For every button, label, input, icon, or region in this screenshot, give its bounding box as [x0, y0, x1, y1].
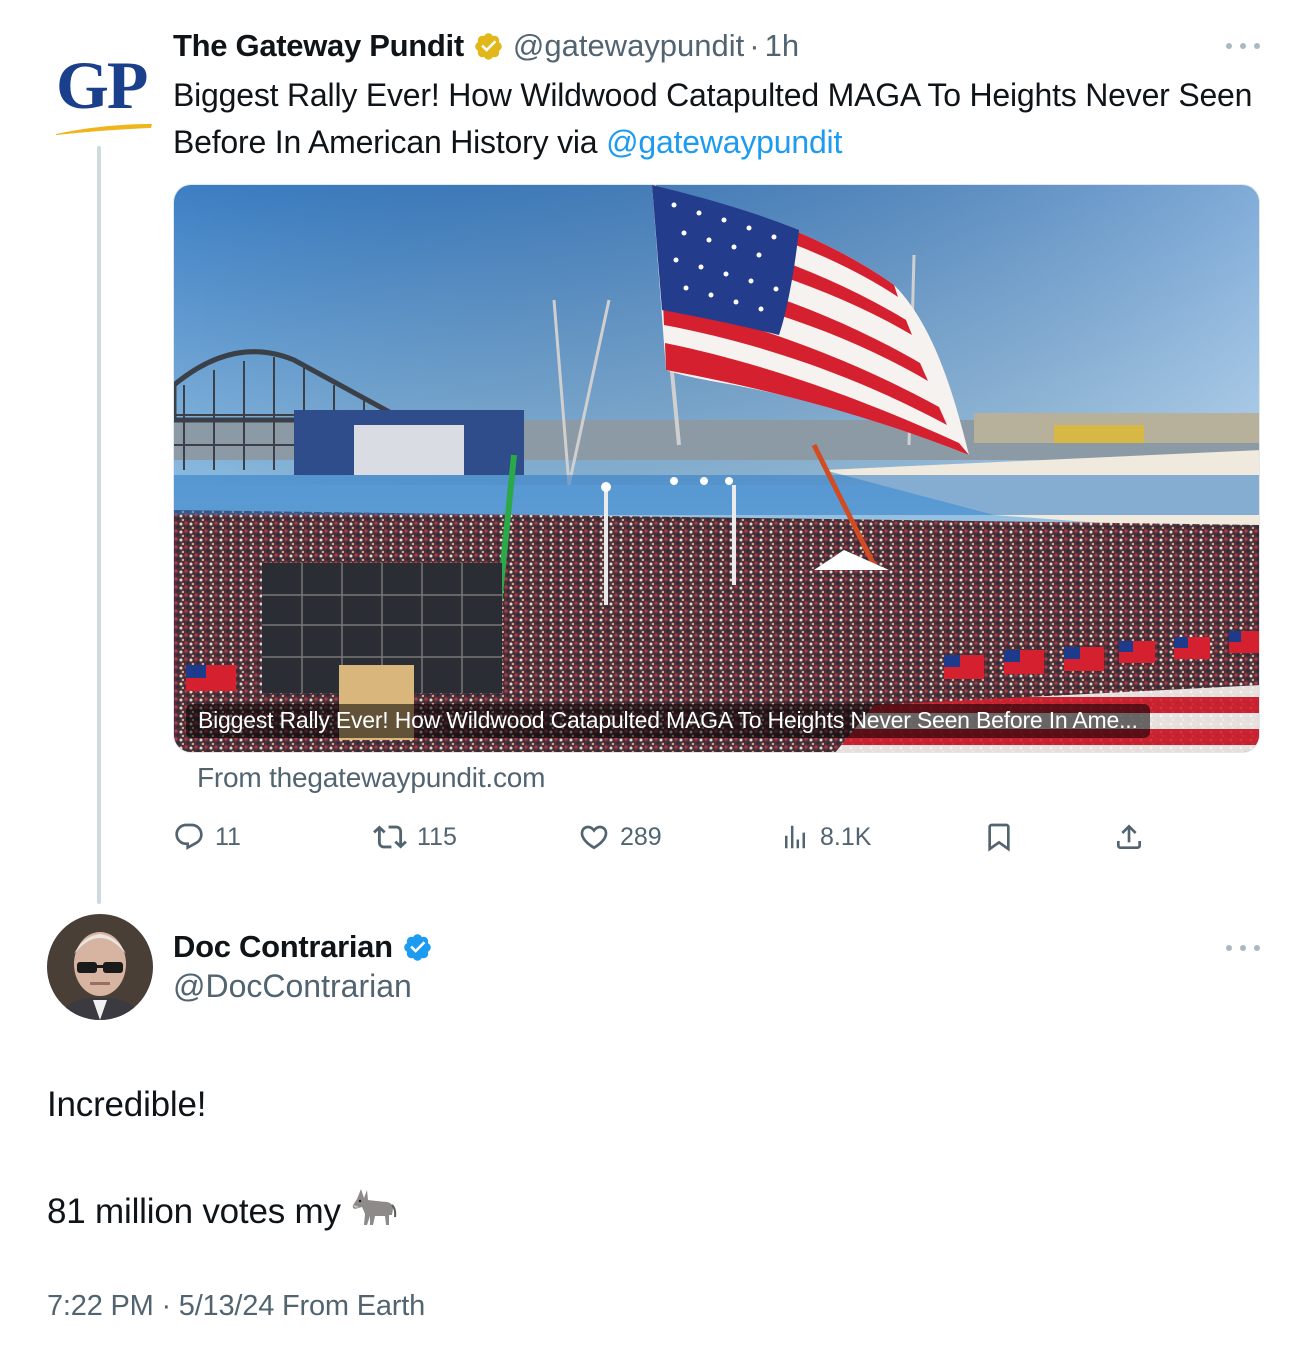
views-button[interactable]: 8.1K: [780, 814, 871, 860]
gold-verified-icon[interactable]: [473, 31, 504, 62]
gateway-pundit-avatar[interactable]: GP: [48, 36, 154, 142]
mention-link[interactable]: @gatewaypundit: [606, 124, 842, 160]
quoted-author-name[interactable]: The Gateway Pundit: [173, 28, 464, 64]
link-card-image[interactable]: Biggest Rally Ever! How Wildwood Catapul…: [173, 184, 1260, 753]
tweet-text-words: 81 million votes my: [47, 1191, 341, 1231]
more-options-icon[interactable]: [1226, 40, 1260, 52]
bookmark-icon: [988, 823, 1010, 852]
quoted-author-handle[interactable]: @gatewaypundit: [513, 28, 744, 64]
blue-verified-icon[interactable]: [402, 932, 433, 963]
tweet-author-row: Doc Contrarian: [173, 925, 433, 969]
quoted-timestamp[interactable]: 1h: [765, 28, 799, 64]
card-caption: Biggest Rally Ever! How Wildwood Catapul…: [186, 704, 1150, 738]
tweet-text-line: 81 million votes my: [47, 1187, 397, 1236]
like-button[interactable]: 289: [578, 814, 662, 860]
heart-icon: [580, 825, 608, 850]
tweet-text-line: Incredible!: [47, 1085, 207, 1124]
reply-button[interactable]: 11: [173, 814, 241, 860]
tweet-actions-bar: 11 115 289 8.1K: [173, 814, 1153, 860]
views-count: 8.1K: [820, 822, 872, 851]
repost-button[interactable]: 115: [373, 814, 457, 860]
quoted-tweet-text: Biggest Rally Ever! How Wildwood Catapul…: [173, 72, 1263, 166]
quoted-tweet-header: The Gateway Pundit @gatewaypundit · 1h: [173, 24, 799, 68]
thread-connector-line: [97, 146, 101, 904]
like-count: 289: [620, 822, 662, 851]
donkey-emoji-icon: [351, 1187, 397, 1236]
tweet-timestamp-and-source[interactable]: 7:22 PM · 5/13/24 From Earth: [47, 1290, 425, 1323]
repost-count: 115: [417, 822, 457, 851]
views-chart-icon: [785, 825, 805, 849]
card-source-domain[interactable]: From thegatewaypundit.com: [197, 762, 545, 794]
share-icon: [1117, 824, 1141, 849]
separator-dot: ·: [749, 28, 760, 63]
tweet-author-name[interactable]: Doc Contrarian: [173, 929, 393, 965]
doc-contrarian-avatar[interactable]: [47, 914, 153, 1020]
bookmark-button[interactable]: [983, 814, 1015, 860]
repost-icon: [373, 825, 407, 849]
reply-icon: [175, 823, 203, 850]
share-button[interactable]: [1113, 814, 1145, 860]
reply-count: 11: [215, 822, 241, 851]
more-options-icon[interactable]: [1226, 942, 1260, 954]
svg-text:GP: GP: [56, 47, 147, 123]
tweet-author-handle[interactable]: @DocContrarian: [173, 968, 412, 1005]
